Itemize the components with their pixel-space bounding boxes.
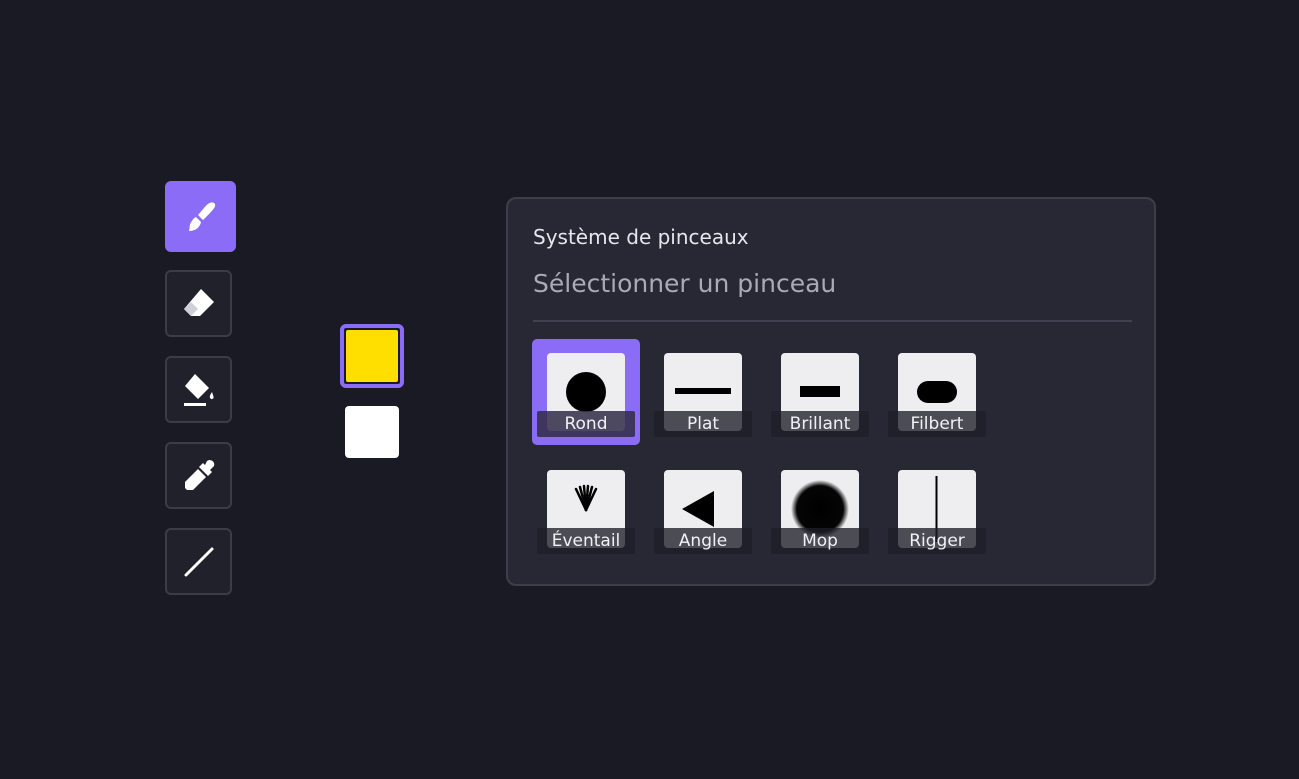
eyedropper-tool-button[interactable]	[165, 442, 232, 509]
brush-option-angle[interactable]: Angle	[649, 456, 757, 564]
paint-app: Système de pinceaux Sélectionner un pinc…	[0, 0, 1299, 779]
tool-sidebar	[165, 181, 236, 614]
color-swatches	[340, 324, 404, 458]
eraser-icon	[183, 288, 214, 316]
brush-option-mop[interactable]: Mop	[766, 456, 874, 564]
divider	[533, 320, 1132, 322]
primary-color-swatch[interactable]	[340, 324, 404, 388]
eyedropper-icon	[184, 459, 214, 490]
panel-subtitle: Sélectionner un pinceau	[533, 269, 837, 298]
brush-option-eventail[interactable]: Éventail	[532, 456, 640, 564]
line-icon	[184, 547, 213, 576]
brush-label: Mop	[771, 528, 869, 554]
brush-option-brillant[interactable]: Brillant	[766, 339, 874, 447]
brush-option-plat[interactable]: Plat	[649, 339, 757, 447]
brush-tool-button[interactable]	[165, 181, 236, 252]
brush-label: Filbert	[888, 411, 986, 437]
brush-option-filbert[interactable]: Filbert	[883, 339, 991, 447]
brush-system-panel: Système de pinceaux Sélectionner un pinc…	[506, 197, 1156, 586]
brush-option-rigger[interactable]: Rigger	[883, 456, 991, 564]
brush-label: Rigger	[888, 528, 986, 554]
fill-tool-button[interactable]	[165, 356, 232, 423]
brush-option-rond[interactable]: Rond	[532, 339, 640, 447]
paintbrush-icon	[188, 201, 215, 231]
brush-label: Éventail	[537, 528, 635, 554]
line-tool-button[interactable]	[165, 528, 232, 595]
primary-color-fill	[346, 330, 398, 382]
paint-bucket-icon	[183, 373, 214, 406]
eraser-tool-button[interactable]	[165, 270, 232, 337]
brush-label: Rond	[537, 411, 635, 437]
brush-label: Angle	[654, 528, 752, 554]
brush-label: Plat	[654, 411, 752, 437]
brush-label: Brillant	[771, 411, 869, 437]
panel-title: Système de pinceaux	[533, 225, 749, 249]
secondary-color-swatch[interactable]	[345, 406, 399, 458]
